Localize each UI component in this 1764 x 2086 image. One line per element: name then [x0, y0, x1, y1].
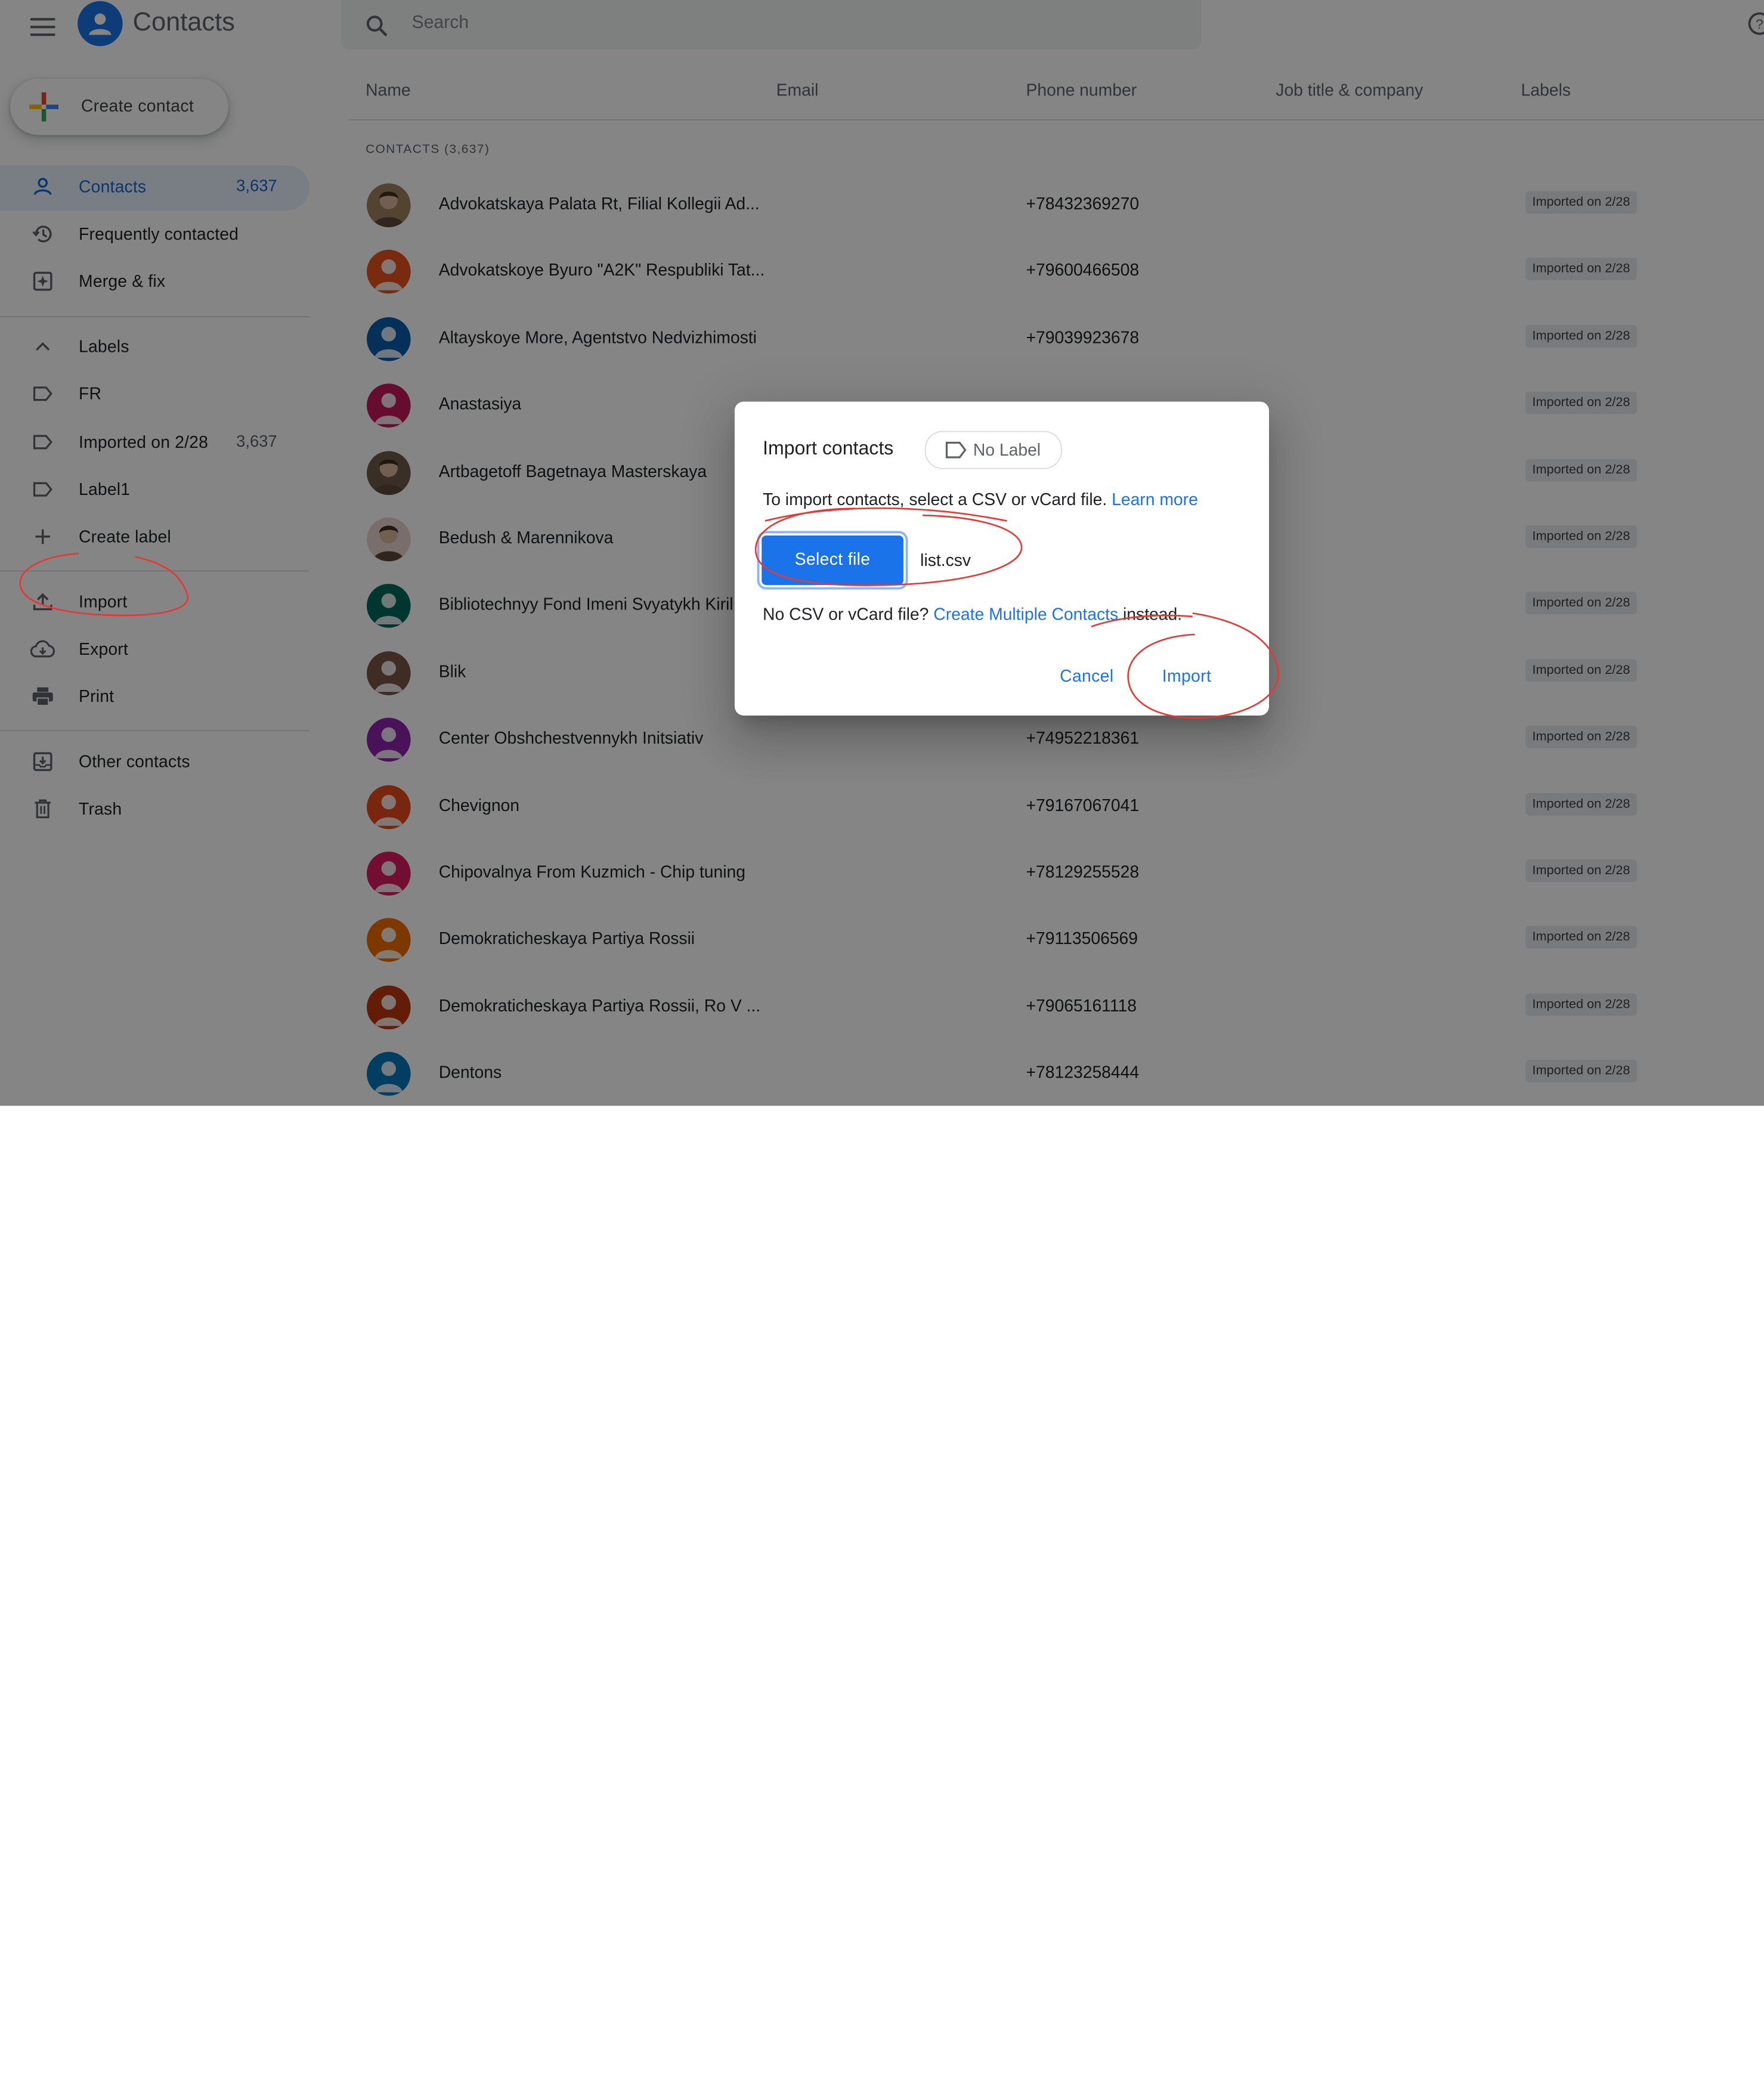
chip-label: No Label	[973, 441, 1041, 460]
alt-suffix: instead.	[1123, 605, 1183, 625]
dialog-alternative: No CSV or vCard file? Create Multiple Co…	[763, 605, 1182, 624]
import-contacts-dialog: Import contacts No Label To import conta…	[734, 401, 1269, 716]
import-button[interactable]: Import	[1162, 667, 1211, 686]
instructions-text: To import contacts, select a CSV or vCar…	[763, 490, 1107, 510]
select-file-button[interactable]: Select file	[762, 535, 903, 585]
dialog-instructions: To import contacts, select a CSV or vCar…	[763, 491, 1198, 510]
alt-prefix: No CSV or vCard file?	[763, 605, 929, 625]
selected-file-name: list.csv	[920, 551, 971, 571]
no-label-chip[interactable]: No Label	[924, 431, 1062, 469]
learn-more-link[interactable]: Learn more	[1112, 491, 1198, 510]
create-multiple-contacts-link[interactable]: Create Multiple Contacts	[933, 605, 1118, 624]
contacts-app: Contacts ? Create contact Contacts 3,637…	[0, 0, 1764, 1106]
page: Contacts ? Create contact Contacts 3,637…	[0, 0, 1764, 2086]
cancel-button[interactable]: Cancel	[1060, 667, 1113, 686]
dialog-title: Import contacts	[763, 437, 894, 459]
label-icon	[945, 441, 967, 459]
